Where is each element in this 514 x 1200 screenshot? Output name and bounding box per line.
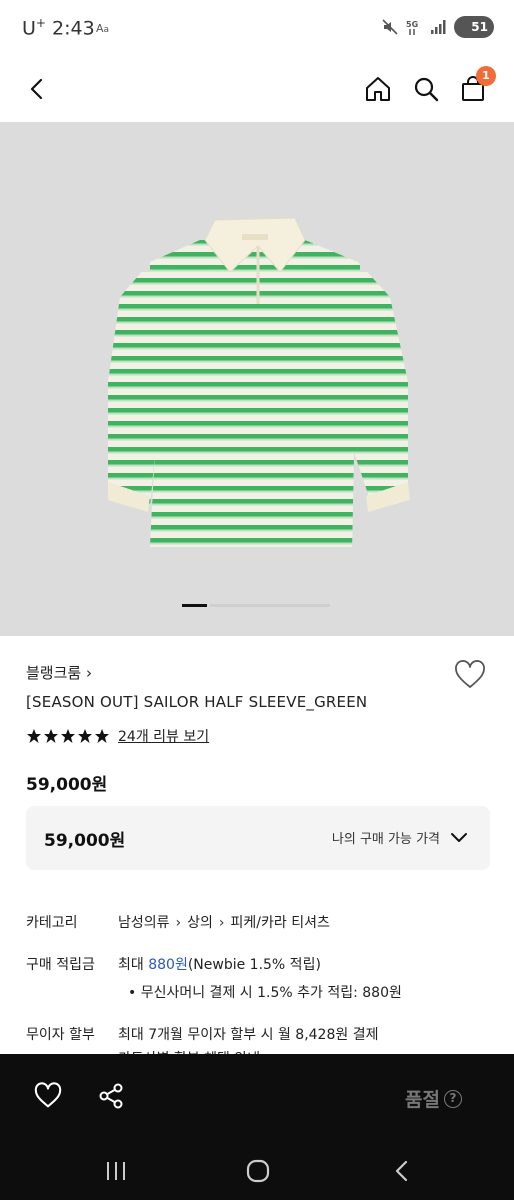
heart-icon	[455, 660, 485, 688]
5g-icon: 5G	[406, 20, 418, 35]
status-bar: U+ 2:43 Aa 5G 51	[0, 0, 514, 60]
back-button[interactable]	[20, 72, 54, 106]
my-price-label: 나의 구매 가능 가격	[331, 832, 440, 847]
mute-icon	[382, 19, 398, 35]
status-icons: 5G 51	[382, 16, 494, 38]
product-title: [SEASON OUT] SAILOR HALF SLEEVE_GREEN	[26, 693, 368, 711]
heart-icon	[34, 1082, 62, 1108]
category-link-1[interactable]: 남성의류	[118, 915, 170, 931]
sold-out-label: 품절	[405, 1089, 440, 1111]
star-icon	[95, 729, 109, 743]
price-box-amount: 59,000원	[44, 831, 126, 851]
points-label: 구매 적립금	[26, 957, 95, 973]
font-size-icon: Aa	[96, 22, 110, 35]
brand-chevron-icon: ›	[85, 664, 92, 682]
chevron-down-icon	[451, 832, 467, 842]
rating-row: 24개 리뷰 보기	[26, 726, 209, 746]
brand-link[interactable]: 블랭크룸 ›	[26, 662, 92, 683]
search-button[interactable]	[409, 72, 443, 106]
star-icon	[27, 729, 41, 743]
help-icon[interactable]: ?	[444, 1089, 462, 1108]
back-nav-button[interactable]	[387, 1156, 417, 1186]
star-icon	[61, 729, 75, 743]
sold-out-status[interactable]: 품절 ?	[405, 1085, 462, 1112]
chevron-left-icon	[30, 78, 43, 100]
share-button[interactable]	[97, 1082, 127, 1112]
like-bottom-button[interactable]	[33, 1082, 63, 1112]
review-link[interactable]: 24개 리뷰 보기	[118, 726, 209, 746]
bottom-action-bar: 품절 ?	[0, 1054, 514, 1142]
home-nav-button[interactable]	[243, 1156, 273, 1186]
battery-icon: 51	[454, 16, 494, 38]
my-price-toggle[interactable]: 나의 구매 가능 가격	[332, 828, 468, 847]
home-button[interactable]	[361, 72, 395, 106]
system-nav-bar	[0, 1142, 514, 1200]
chevron-right-icon: ›	[175, 915, 182, 931]
signal-icon	[431, 20, 446, 34]
svg-text:5G: 5G	[406, 20, 418, 29]
carousel-indicator-track	[210, 604, 330, 607]
brand-name: 블랭크룸	[26, 664, 82, 682]
category-label: 카테고리	[26, 915, 78, 931]
category-link-2[interactable]: 상의	[187, 915, 213, 931]
installment-label: 무이자 할부	[26, 1027, 95, 1043]
points-bullet: • 무신사머니 결제 시 1.5% 추가 적립: 880원	[128, 985, 402, 1001]
carousel-indicator-active	[182, 604, 207, 607]
star-icon	[44, 729, 58, 743]
battery-level: 51	[471, 20, 488, 34]
category-breadcrumb: 남성의류 › 상의 › 피케/카라 티셔츠	[118, 912, 330, 932]
home-icon	[366, 77, 390, 101]
cart-count-badge: 1	[476, 66, 496, 86]
share-icon	[99, 1083, 123, 1109]
back-chevron-icon	[395, 1160, 408, 1182]
star-icon	[78, 729, 92, 743]
search-icon	[414, 77, 439, 102]
like-button[interactable]	[454, 660, 488, 694]
product-photo	[108, 217, 410, 547]
points-value: 최대 880원(Newbie 1.5% 적립)	[118, 957, 321, 973]
product-price: 59,000원	[26, 775, 108, 795]
recent-apps-icon	[107, 1162, 125, 1180]
recent-apps-button[interactable]	[101, 1156, 131, 1186]
carrier-label: U+ 2:43	[22, 16, 95, 40]
app-header: 1	[0, 60, 514, 122]
installment-value: 최대 7개월 무이자 할부 시 월 8,428원 결제	[118, 1027, 379, 1043]
my-price-box[interactable]: 59,000원 나의 구매 가능 가격	[26, 806, 490, 870]
chevron-right-icon: ›	[218, 915, 225, 931]
points-amount: 880원	[148, 957, 188, 973]
rating-stars	[26, 728, 110, 744]
cart-button[interactable]: 1	[456, 66, 496, 106]
product-image[interactable]	[0, 122, 514, 636]
home-circle-icon	[246, 1159, 270, 1183]
category-link-3[interactable]: 피케/카라 티셔츠	[231, 915, 330, 931]
